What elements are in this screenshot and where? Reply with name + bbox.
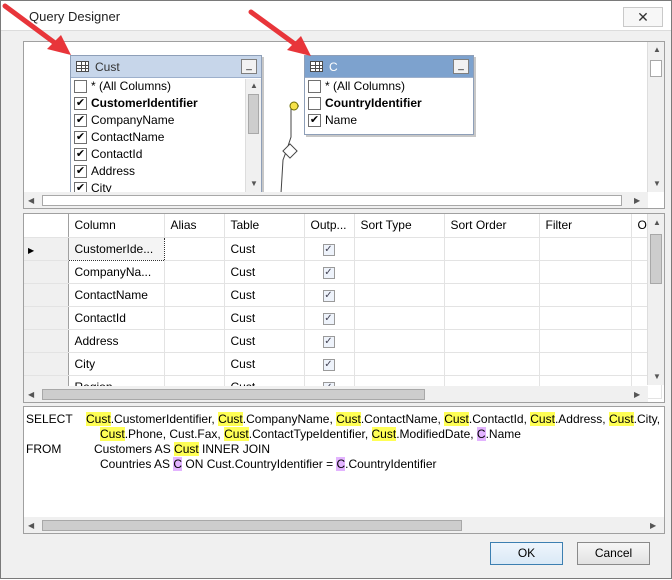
query-designer-dialog: Query Designer ✕ Cust _ * (All Columns) ✔… (0, 0, 672, 579)
annotation-arrow-icon (248, 9, 311, 56)
annotation-arrow-icon (2, 3, 71, 55)
annotation-arrows (2, 3, 311, 56)
